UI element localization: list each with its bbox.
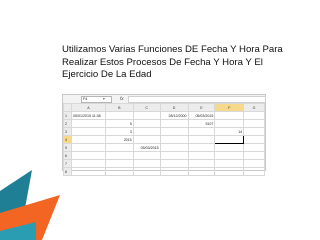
column-header[interactable]: D xyxy=(159,103,189,112)
title-line: Ejercicio De La Edad xyxy=(62,69,152,80)
cell[interactable] xyxy=(132,127,161,136)
cell[interactable] xyxy=(243,151,265,160)
column-header[interactable]: G xyxy=(243,103,265,112)
cell[interactable] xyxy=(214,151,245,160)
cell[interactable] xyxy=(159,135,189,144)
cell[interactable] xyxy=(132,135,161,144)
row-header[interactable]: 7 xyxy=(63,159,72,168)
cell[interactable] xyxy=(132,167,161,176)
name-box[interactable]: F4 xyxy=(81,96,112,103)
cell[interactable] xyxy=(214,159,245,168)
cell[interactable] xyxy=(104,151,134,160)
chevron-down-icon[interactable]: ▾ xyxy=(103,96,105,102)
cell[interactable]: 05/01/2015 11:38 xyxy=(70,111,106,120)
table-row: 1 05/01/2015 11:38 28/12/2000 05/03/2015 xyxy=(63,111,265,120)
table-row: 7 xyxy=(63,159,265,168)
cell[interactable] xyxy=(187,127,216,136)
cell[interactable] xyxy=(104,143,134,152)
cell[interactable] xyxy=(70,127,106,136)
cell[interactable] xyxy=(243,159,265,168)
cell[interactable]: 5 xyxy=(104,119,134,128)
column-header[interactable]: B xyxy=(104,103,134,112)
cell[interactable] xyxy=(159,127,189,136)
cell[interactable] xyxy=(243,143,265,152)
cell[interactable] xyxy=(187,135,216,144)
cell[interactable] xyxy=(132,111,161,120)
table-row: 5 05/03/2015 xyxy=(63,143,265,152)
cell[interactable] xyxy=(159,151,189,160)
cell[interactable] xyxy=(243,135,265,144)
cell[interactable] xyxy=(159,119,189,128)
cell[interactable] xyxy=(159,167,189,176)
spreadsheet: F4 ▾ fx A B C D E F G 1 05/01/2015 11:38… xyxy=(62,94,266,176)
cell[interactable] xyxy=(214,143,245,152)
table-row: 4 2015 xyxy=(63,135,265,144)
cell[interactable] xyxy=(132,151,161,160)
column-header[interactable]: C xyxy=(132,103,161,112)
cell[interactable] xyxy=(104,167,134,176)
row-header[interactable]: 3 xyxy=(63,127,72,136)
cell[interactable] xyxy=(104,111,134,120)
function-icon[interactable]: fx xyxy=(120,95,124,103)
cell[interactable]: 28/12/2000 xyxy=(159,111,189,120)
cell[interactable]: 14 xyxy=(214,127,245,136)
row-header[interactable]: 1 xyxy=(63,111,72,120)
title-line: Realizar Estos Procesos De Fecha Y Hora … xyxy=(62,56,263,68)
formula-input[interactable] xyxy=(128,96,266,103)
table-row: 6 xyxy=(63,151,265,160)
row-header[interactable]: 5 xyxy=(63,143,72,152)
row-header[interactable]: 2 xyxy=(63,119,72,128)
cell[interactable]: 05/03/2015 xyxy=(132,143,161,152)
cell[interactable] xyxy=(187,143,216,152)
table-row: 3 3 14 xyxy=(63,127,265,136)
cell[interactable] xyxy=(187,167,216,176)
cell[interactable] xyxy=(132,119,161,128)
title-line: Utilizamos Varias Funciones DE Fecha Y H… xyxy=(62,44,283,55)
select-all-corner[interactable] xyxy=(63,103,72,112)
column-header[interactable]: E xyxy=(187,103,216,112)
cell[interactable] xyxy=(243,167,265,176)
column-header[interactable]: A xyxy=(70,103,106,112)
cell[interactable] xyxy=(243,119,265,128)
cell[interactable] xyxy=(104,159,134,168)
cell[interactable] xyxy=(214,111,245,120)
cell[interactable] xyxy=(70,143,106,152)
row-header[interactable]: 8 xyxy=(63,167,72,176)
row-header[interactable]: 6 xyxy=(63,151,72,160)
cell[interactable] xyxy=(214,119,245,128)
cell[interactable] xyxy=(70,151,106,160)
cell-grid: A B C D E F G 1 05/01/2015 11:38 28/12/2… xyxy=(63,103,265,176)
cell[interactable] xyxy=(243,127,265,136)
column-header-selected[interactable]: F xyxy=(214,103,245,112)
cell[interactable] xyxy=(187,151,216,160)
cell[interactable] xyxy=(159,159,189,168)
cell[interactable] xyxy=(70,167,106,176)
cell[interactable] xyxy=(70,159,106,168)
cell[interactable] xyxy=(70,135,106,144)
row-header-selected[interactable]: 4 xyxy=(63,135,72,144)
cell[interactable] xyxy=(187,159,216,168)
cell[interactable] xyxy=(159,143,189,152)
slide-title: Utilizamos Varias Funciones DE Fecha Y H… xyxy=(62,44,292,82)
cell[interactable] xyxy=(70,119,106,128)
active-cell[interactable] xyxy=(214,135,245,144)
cell[interactable]: 2015 xyxy=(104,135,134,144)
cell[interactable] xyxy=(243,111,265,120)
cell[interactable]: 3 xyxy=(104,127,134,136)
table-row: 8 xyxy=(63,167,265,176)
cell[interactable] xyxy=(132,159,161,168)
cell[interactable]: 5107 xyxy=(187,119,216,128)
cell[interactable]: 05/03/2015 xyxy=(187,111,216,120)
cell[interactable] xyxy=(214,167,245,176)
table-row: 2 5 5107 xyxy=(63,119,265,128)
